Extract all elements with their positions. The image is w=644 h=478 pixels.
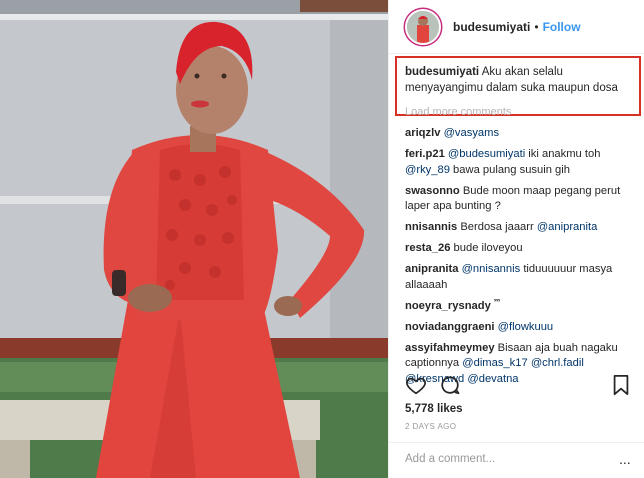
comment-text: 𝄒𝄒𝄒 [493, 299, 501, 312]
post-date: 2 DAYS AGO [405, 422, 457, 431]
bookmark-icon[interactable] [611, 374, 631, 401]
comment-text: Berdosa jaaarr [460, 221, 537, 233]
comment-mention[interactable]: @chrl.fadil [531, 357, 584, 369]
comment-text: iki anakmu toh [525, 148, 601, 160]
photo-illustration [0, 0, 388, 478]
avatar[interactable] [405, 8, 441, 45]
comment-username[interactable]: nnisannis [405, 221, 457, 233]
caption-username[interactable]: budesumiyati [405, 66, 479, 78]
comment-mention[interactable]: @vasyams [444, 127, 500, 139]
comment-username[interactable]: swasonno [405, 185, 460, 197]
comment-mention[interactable]: @flowkuuu [498, 321, 554, 333]
post-actions [405, 374, 635, 396]
heart-icon[interactable] [405, 374, 427, 401]
comment-item: resta_26 bude iloveyou [405, 241, 637, 257]
header-separator: • [534, 19, 539, 34]
comment-mention[interactable]: @rky_89 [405, 164, 450, 176]
comment-mention[interactable]: @dimas_k17 [462, 357, 527, 369]
comment-username[interactable]: anipranita [405, 263, 458, 275]
comment-text: bude iloveyou [453, 242, 523, 254]
like-count[interactable]: 5,778 likes [405, 403, 463, 415]
comment-username[interactable]: feri.p21 [405, 148, 445, 160]
comment-username[interactable]: resta_26 [405, 242, 450, 254]
comment-item: noeyra_rysnady 𝄒𝄒𝄒 [405, 299, 637, 315]
add-comment-input[interactable] [405, 453, 605, 465]
instagram-post: budesumiyati • Follow budesumiyati Aku a… [0, 0, 644, 478]
comment-item: ariqzlv @vasyams [405, 126, 637, 142]
comment-username[interactable]: ariqzlv [405, 127, 440, 139]
comment-item: feri.p21 @budesumiyati iki anakmu toh @r… [405, 147, 637, 178]
comment-mention[interactable]: @budesumiyati [448, 148, 525, 160]
comment-mention[interactable]: @anipranita [537, 221, 598, 233]
comment-text: bawa pulang susuin gih [449, 163, 570, 176]
comment-item: swasonno Bude moon maap pegang perut lap… [405, 184, 637, 215]
comment-username[interactable]: noeyra_rysnady [405, 300, 491, 312]
more-dots-icon[interactable]: ... [619, 451, 631, 467]
comment-item: anipranita @nnisannis tiduuuuuur masya a… [405, 262, 637, 293]
comment-list: ariqzlv @vasyams feri.p21 @budesumiyati … [405, 126, 637, 393]
comment-item: noviadanggraeni @flowkuuu [405, 320, 637, 336]
add-comment-bar: ... [389, 442, 644, 478]
comment-mention[interactable]: @nnisannis [462, 263, 521, 275]
post-header: budesumiyati • Follow [389, 0, 644, 54]
header-username[interactable]: budesumiyati [453, 20, 530, 34]
comment-username[interactable]: assyifahmeymey [405, 342, 495, 354]
post-sidebar: budesumiyati • Follow budesumiyati Aku a… [388, 0, 644, 478]
comment-icon[interactable] [439, 374, 461, 401]
comment-username[interactable]: noviadanggraeni [405, 321, 495, 333]
load-more-comments[interactable]: Load more comments [405, 106, 511, 118]
post-photo[interactable] [0, 0, 388, 478]
avatar-image [407, 10, 439, 43]
follow-button[interactable]: Follow [543, 20, 581, 34]
comment-item: nnisannis Berdosa jaaarr @anipranita [405, 220, 637, 236]
